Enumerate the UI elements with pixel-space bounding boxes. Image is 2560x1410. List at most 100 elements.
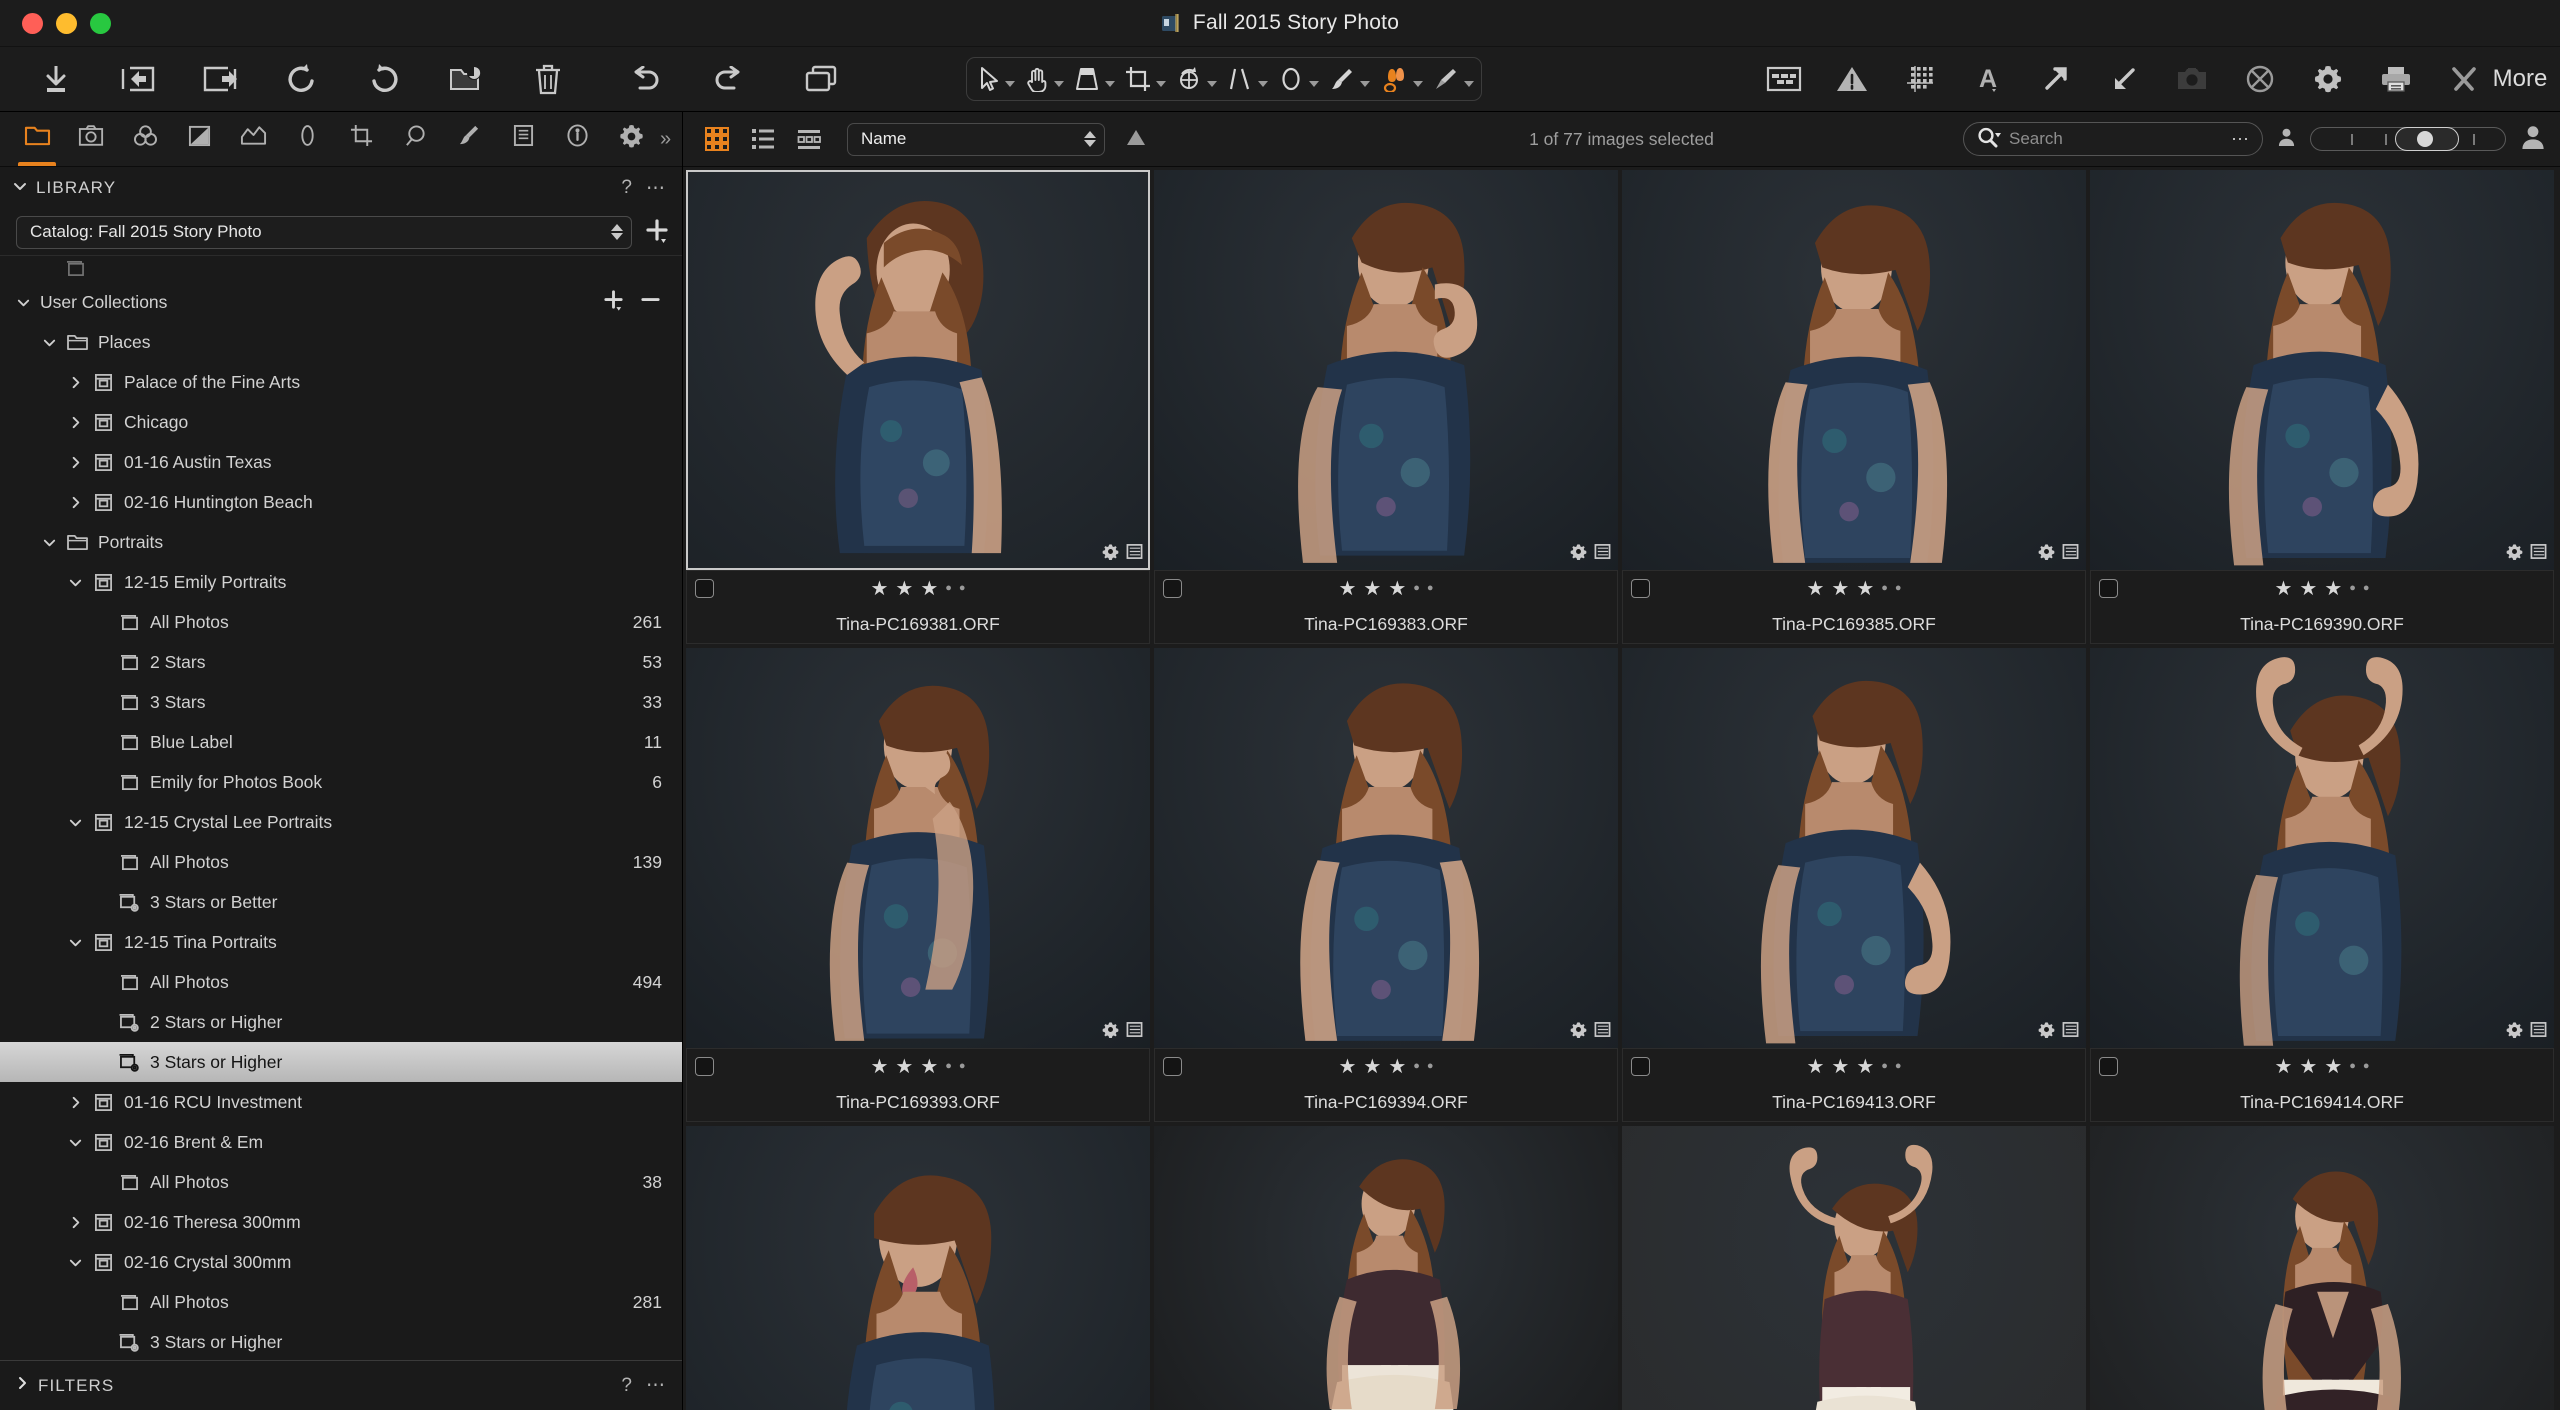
- zoom-button[interactable]: [90, 13, 111, 34]
- star-filled[interactable]: ★: [1363, 579, 1381, 599]
- chevron-down-icon[interactable]: [1105, 81, 1115, 87]
- chevron-down-icon[interactable]: [1054, 81, 1064, 87]
- star-filled[interactable]: ★: [920, 1057, 938, 1077]
- minimize-button[interactable]: [56, 13, 77, 34]
- chevron-down-icon[interactable]: [62, 1135, 88, 1150]
- collections-tree[interactable]: User Collections Places Palace of the Fi…: [0, 255, 682, 1360]
- search-menu-icon[interactable]: ⋯: [2231, 129, 2250, 150]
- tree-item[interactable]: All Photos281: [0, 1282, 682, 1322]
- chevron-down-icon[interactable]: [62, 935, 88, 950]
- chevron-right-icon[interactable]: [62, 1215, 88, 1230]
- star-filled[interactable]: ★: [895, 1057, 913, 1077]
- preferences-gear-icon[interactable]: [2296, 51, 2360, 107]
- thumbnail-image[interactable]: [1622, 648, 2086, 1048]
- star-filled[interactable]: ★: [1388, 1057, 1406, 1077]
- chevron-down-icon[interactable]: [1309, 81, 1319, 87]
- crop-tool-icon[interactable]: [1118, 59, 1169, 99]
- move-to-folder-icon[interactable]: [434, 51, 498, 107]
- star-empty[interactable]: ●: [1881, 583, 1888, 594]
- star-empty[interactable]: ●: [2349, 583, 2356, 594]
- star-rating[interactable]: ★★★●●: [1623, 1057, 2085, 1077]
- tab-settings[interactable]: [604, 112, 658, 166]
- tree-item[interactable]: All Photos261: [0, 602, 682, 642]
- thumbnail-image[interactable]: [1154, 1126, 1618, 1410]
- star-filled[interactable]: ★: [2274, 579, 2292, 599]
- thumbnail-image[interactable]: [1154, 170, 1618, 570]
- print-icon[interactable]: [2364, 51, 2428, 107]
- chevron-down-icon[interactable]: [12, 178, 28, 199]
- search-box[interactable]: Search ⋯: [1963, 122, 2263, 156]
- tab-library[interactable]: [10, 112, 64, 166]
- help-icon[interactable]: ?: [621, 177, 632, 199]
- import-images-icon[interactable]: [24, 51, 88, 107]
- tab-capture[interactable]: [64, 112, 118, 166]
- chevron-down-icon[interactable]: [62, 575, 88, 590]
- star-empty[interactable]: ●: [1427, 583, 1434, 594]
- thumbnail-cell[interactable]: ★★★●●Tina-PC169390.ORF: [2090, 170, 2554, 644]
- capture-camera-icon[interactable]: [2160, 51, 2224, 107]
- filters-panel-header[interactable]: FILTERS ? ⋯: [0, 1360, 682, 1410]
- window-controls[interactable]: [0, 13, 111, 34]
- chevron-down-icon[interactable]: [36, 535, 62, 550]
- tab-color[interactable]: [118, 112, 172, 166]
- trash-icon[interactable]: [516, 51, 580, 107]
- select-checkbox[interactable]: [695, 1057, 714, 1076]
- tree-item[interactable]: 2 Stars53: [0, 642, 682, 682]
- thumbnail-cell[interactable]: [1622, 1126, 2086, 1410]
- view-filmstrip[interactable]: [793, 124, 825, 154]
- tab-output[interactable]: [550, 112, 604, 166]
- capture-pilot-icon[interactable]: [2228, 51, 2292, 107]
- thumbnail-cell[interactable]: ★★★●●Tina-PC169383.ORF: [1154, 170, 1618, 644]
- tab-metadata[interactable]: [496, 112, 550, 166]
- slider-thumb[interactable]: [2395, 127, 2459, 151]
- select-checkbox[interactable]: [1631, 1057, 1650, 1076]
- chevron-updown-icon[interactable]: [1084, 131, 1096, 147]
- star-filled[interactable]: ★: [1806, 1057, 1824, 1077]
- thumbnail-cell[interactable]: ★★★●●Tina-PC169393.ORF: [686, 648, 1150, 1122]
- gradient-mask-tool-icon[interactable]: [1426, 59, 1477, 99]
- tree-item[interactable]: 3 Stars33: [0, 682, 682, 722]
- pointer-tool-icon[interactable]: [971, 59, 1018, 99]
- overflow-chevrons-icon[interactable]: More: [2500, 51, 2540, 107]
- thumbnail-image[interactable]: [2090, 170, 2554, 570]
- tree-item[interactable]: All Photos38: [0, 1162, 682, 1202]
- view-grid[interactable]: [701, 124, 733, 154]
- tree-item[interactable]: All Photos494: [0, 962, 682, 1002]
- thumbnail-cell[interactable]: [1154, 1126, 1618, 1410]
- select-checkbox[interactable]: [2099, 579, 2118, 598]
- straighten-tool-icon[interactable]: [1220, 59, 1271, 99]
- grid-overlay-icon[interactable]: [1888, 51, 1952, 107]
- viewer-layout-icon[interactable]: [1752, 51, 1816, 107]
- chevron-right-icon[interactable]: [62, 455, 88, 470]
- zoom-out-icon[interactable]: [2092, 51, 2156, 107]
- star-filled[interactable]: ★: [1856, 1057, 1874, 1077]
- tree-item[interactable]: 01-16 Austin Texas: [0, 442, 682, 482]
- next-image-icon[interactable]: [188, 51, 252, 107]
- thumbnail-image[interactable]: [686, 1126, 1150, 1410]
- star-filled[interactable]: ★: [1338, 1057, 1356, 1077]
- copy-apply-adjustments-icon[interactable]: [790, 51, 854, 107]
- star-rating[interactable]: ★★★●●: [1155, 579, 1617, 599]
- zoom-in-icon[interactable]: [2024, 51, 2088, 107]
- tree-item[interactable]: 02-16 Crystal 300mm: [0, 1242, 682, 1282]
- chevron-right-icon[interactable]: [62, 415, 88, 430]
- panel-menu-icon[interactable]: ⋯: [646, 177, 666, 200]
- chevron-down-icon[interactable]: [1005, 81, 1015, 87]
- star-filled[interactable]: ★: [2324, 579, 2342, 599]
- star-filled[interactable]: ★: [1856, 579, 1874, 599]
- triangle-up-icon[interactable]: [1125, 126, 1147, 153]
- chevron-updown-icon[interactable]: [611, 224, 623, 240]
- star-empty[interactable]: ●: [1427, 1061, 1434, 1072]
- draw-mask-brush-icon[interactable]: [1322, 59, 1373, 99]
- select-checkbox[interactable]: [1631, 579, 1650, 598]
- star-empty[interactable]: ●: [945, 1061, 952, 1072]
- spot-removal-tool-icon[interactable]: [1373, 59, 1426, 99]
- thumbnail-image[interactable]: [686, 170, 1150, 570]
- thumbnail-image[interactable]: [1622, 1126, 2086, 1410]
- rotate-tool-icon[interactable]: [1169, 59, 1220, 99]
- thumbnail-cell[interactable]: ★★★●●Tina-PC169414.ORF: [2090, 648, 2554, 1122]
- tree-item[interactable]: 3 Stars or Higher: [0, 1042, 682, 1082]
- thumbnail-cell[interactable]: ★★★●●Tina-PC169385.ORF: [1622, 170, 2086, 644]
- tree-item[interactable]: All Photos139: [0, 842, 682, 882]
- tree-item[interactable]: 3 Stars or Higher: [0, 1322, 682, 1360]
